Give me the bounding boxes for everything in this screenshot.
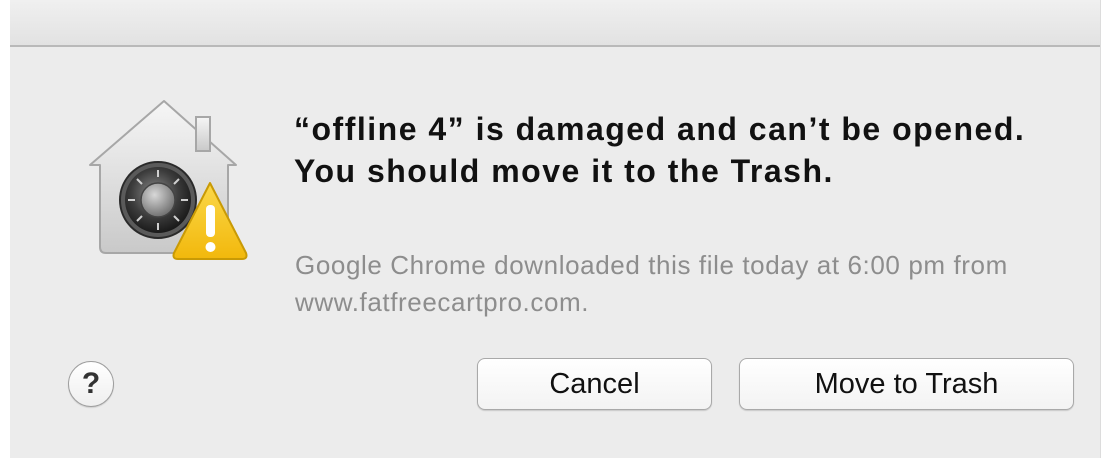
alert-informative-text: Google Chrome downloaded this file today… [295, 250, 1008, 317]
dialog-titlebar [10, 0, 1100, 47]
move-to-trash-button[interactable]: Move to Trash [739, 358, 1074, 410]
help-button[interactable]: ? [68, 361, 114, 407]
alert-message: “offline 4” is damaged and can’t be open… [294, 111, 1026, 189]
cancel-button[interactable]: Cancel [477, 358, 712, 410]
alert-dialog: “offline 4” is damaged and can’t be open… [10, 0, 1101, 458]
gatekeeper-warning-icon [78, 97, 248, 265]
